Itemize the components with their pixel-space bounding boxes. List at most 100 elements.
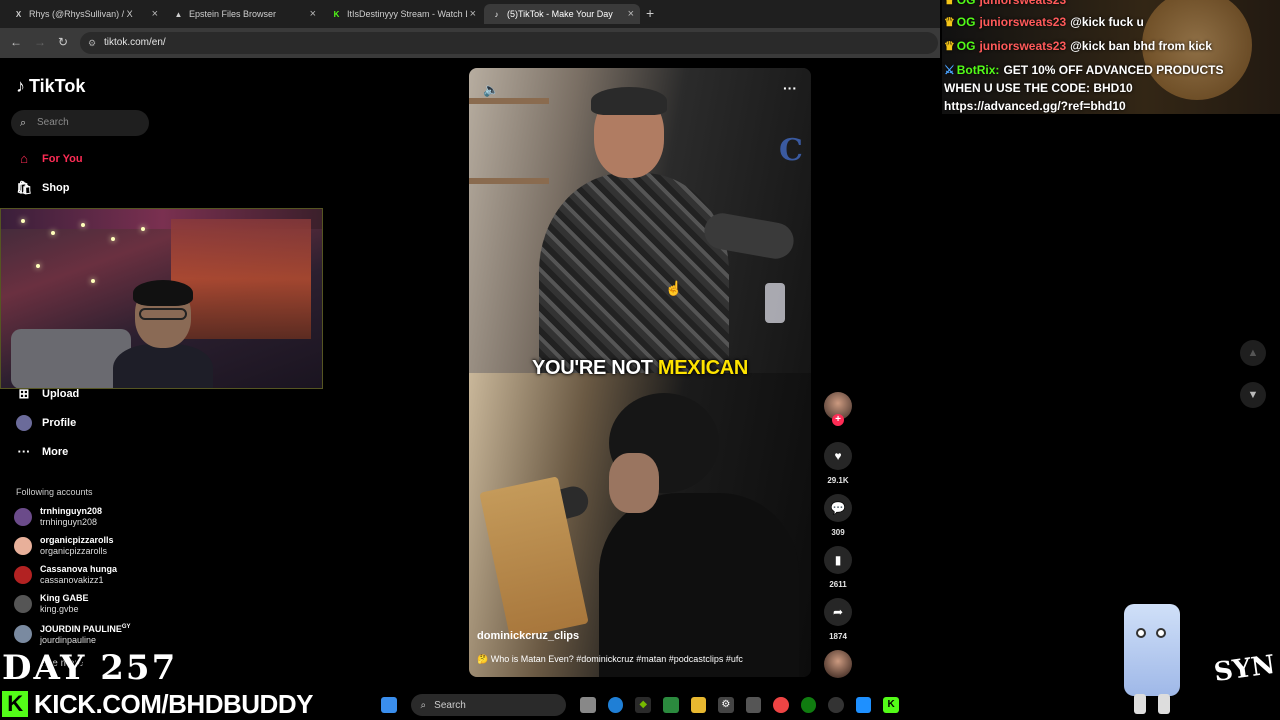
og-badge-icon: OG: [956, 39, 976, 53]
account-handle: trnhinguyn208: [40, 517, 98, 527]
url-field[interactable]: ⚙ tiktok.com/en/: [80, 32, 938, 54]
nvidia-icon[interactable]: ◆: [635, 697, 651, 713]
settings-icon[interactable]: ⚙: [718, 697, 734, 713]
following-account[interactable]: organicpizzarolls organicpizzarolls: [14, 535, 114, 557]
tiktok-icon: ♪: [16, 76, 25, 96]
following-account[interactable]: King GABE king.gvbe: [14, 593, 89, 615]
like-count: 29.1K: [827, 476, 849, 485]
profile-icon: [16, 415, 32, 431]
nav-more[interactable]: ··· More: [16, 444, 69, 459]
back-icon[interactable]: ←: [10, 35, 22, 49]
next-creator-avatar[interactable]: [824, 650, 852, 678]
light: [36, 264, 40, 268]
edge-icon[interactable]: [607, 697, 624, 713]
nav-for-you[interactable]: ⌂ For You: [16, 151, 82, 166]
share-count: 1874: [829, 632, 847, 641]
volume-icon[interactable]: 🔈: [483, 82, 499, 98]
tab-tiktok[interactable]: ♪ (5)TikTok - Make Your Day ×: [484, 4, 640, 24]
light: [81, 223, 85, 227]
taskbar-search[interactable]: ⌕ Search: [410, 694, 567, 716]
search-input[interactable]: ⌕ Search: [11, 110, 149, 136]
chrome-icon[interactable]: [773, 697, 789, 713]
following-header: Following accounts: [16, 487, 93, 497]
chat-message: ♛ OG juniorsweats23 @kick fuck u: [944, 15, 1144, 29]
close-icon[interactable]: ×: [152, 8, 158, 20]
next-video-button[interactable]: ▼: [1240, 382, 1266, 408]
nav-label: Shop: [42, 182, 70, 194]
streamer-glasses: [139, 308, 187, 320]
video-player[interactable]: C YOU'RE NOT MEXICAN 🔈 ··· dominickcruz_…: [469, 68, 811, 677]
chat-message: ♛ OG juniorsweats23 @kick ban bhd from kick: [944, 39, 1212, 53]
app-icon[interactable]: [855, 697, 872, 713]
forward-icon[interactable]: →: [34, 35, 46, 49]
search-placeholder: Search: [37, 117, 69, 128]
tab-kick[interactable]: K ItIsDestinyyy Stream - Watch Li ×: [324, 4, 482, 24]
close-icon[interactable]: ×: [310, 8, 316, 20]
tiktok-logo[interactable]: ♪ TikTok: [16, 76, 85, 97]
following-account[interactable]: trnhinguyn208 trnhinguyn208: [14, 506, 102, 528]
xbox-icon[interactable]: [800, 697, 817, 713]
speaker-hair: [591, 87, 667, 115]
account-handle: jourdinpauline: [40, 635, 97, 645]
account-handle: king.gvbe: [40, 604, 79, 614]
crown-icon: ♛: [944, 39, 955, 53]
avatar: [14, 537, 32, 555]
stream-chat-overlay: ♛ OG juniorsweats23 ♛ OG juniorsweats23 @kick…: [942, 0, 1280, 114]
comment-button[interactable]: 💬 309: [823, 494, 853, 537]
video-top-frame: C: [469, 68, 811, 393]
crown-icon: ♛: [944, 15, 955, 29]
chat-message: ⚔ BotRix: GET 10% OFF ADVANCED PRODUCTS: [944, 63, 1223, 77]
kick-app-icon[interactable]: K: [883, 697, 899, 713]
kick-icon: K: [333, 9, 340, 19]
task-view-icon[interactable]: [580, 697, 596, 713]
water-bottle: [765, 283, 785, 323]
account-handle: organicpizzarolls: [40, 546, 108, 556]
chat-text: GET 10% OFF ADVANCED PRODUCTS: [1003, 63, 1224, 77]
share-icon: ➦: [824, 598, 852, 626]
previous-video-button[interactable]: ▲: [1240, 340, 1266, 366]
reload-icon[interactable]: ↻: [58, 35, 68, 49]
chat-user: juniorsweats23: [979, 0, 1067, 7]
kick-url: KICK.COM/BHDBUDDY: [34, 688, 313, 719]
tab-x[interactable]: X Rhys (@RhysSullivan) / X ×: [6, 4, 164, 24]
search-icon: ⌕: [420, 699, 427, 711]
sword-icon: ⚔: [944, 63, 955, 77]
nav-label: Upload: [42, 388, 80, 400]
towel-character: [1118, 604, 1186, 716]
video-description: 🤔 Who is Matan Even? #dominickcruz #mata…: [477, 654, 743, 664]
store-icon[interactable]: [745, 697, 762, 713]
light: [21, 219, 25, 223]
day-counter: DAY 257: [2, 648, 178, 688]
more-options-icon[interactable]: ···: [783, 80, 797, 96]
kick-logo-icon: K: [2, 691, 28, 717]
close-icon[interactable]: ×: [628, 8, 634, 20]
share-button[interactable]: ➦ 1874: [823, 598, 853, 641]
following-account[interactable]: Cassanova hunga cassanovakizz1: [14, 564, 117, 586]
save-button[interactable]: ▮ 2611: [823, 546, 853, 589]
shelf: [469, 178, 549, 184]
nav-label: Profile: [42, 417, 77, 429]
light: [91, 279, 95, 283]
new-tab-button[interactable]: +: [646, 5, 654, 21]
nav-shop[interactable]: 🛍 Shop: [16, 180, 70, 196]
avatar: [14, 508, 32, 526]
following-account[interactable]: JOURDIN PAULINEGY jourdinpauline: [14, 622, 131, 646]
nav-profile[interactable]: Profile: [16, 415, 76, 431]
close-icon[interactable]: ×: [470, 8, 476, 20]
caption-white: YOU'RE NOT: [531, 357, 658, 379]
windows-start-icon[interactable]: [381, 697, 397, 713]
comment-icon: 💬: [824, 494, 852, 522]
taskbar-search-label: Search: [434, 699, 466, 711]
og-badge-icon: OG: [956, 0, 976, 7]
like-button[interactable]: ♥ 29.1K: [823, 442, 853, 485]
video-author[interactable]: dominickcruz_clips: [477, 630, 579, 642]
save-count: 2611: [829, 580, 847, 589]
obs-icon[interactable]: [828, 697, 844, 713]
site-info-icon[interactable]: ⚙: [88, 32, 96, 54]
file-explorer-icon[interactable]: [690, 697, 707, 713]
tab-epstein[interactable]: ▲ Epstein Files Browser ×: [166, 4, 322, 24]
excel-icon[interactable]: [663, 697, 679, 713]
account-badge: GY: [121, 624, 131, 630]
avatar: [14, 595, 32, 613]
follow-plus-icon[interactable]: +: [832, 414, 844, 426]
